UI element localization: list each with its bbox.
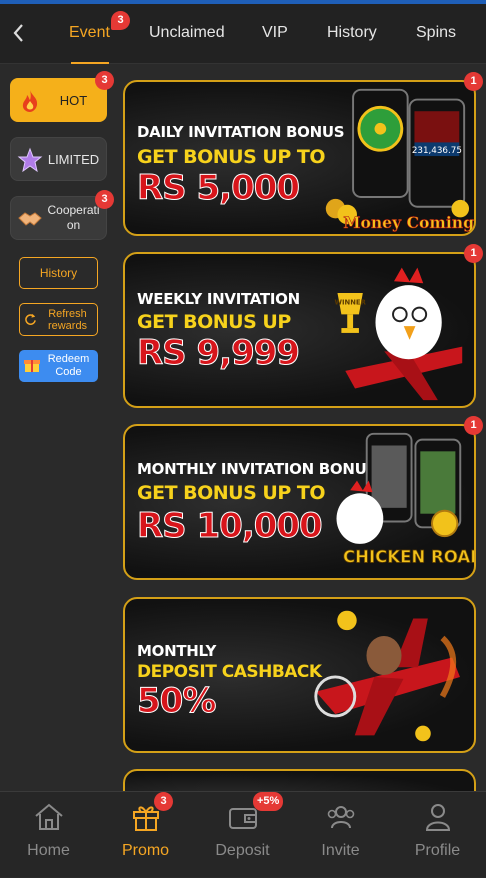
refresh-icon xyxy=(25,313,36,325)
sidebar-item-label: HOT xyxy=(59,92,88,108)
redeem-code-label: Redeem Code xyxy=(47,353,90,378)
history-button[interactable]: History xyxy=(19,257,98,289)
banner-badge: 1 xyxy=(464,244,483,263)
nav-profile[interactable]: Profile xyxy=(389,792,486,878)
banner-subtitle: GET BONUS UP TO xyxy=(137,482,326,504)
tab-unclaimed[interactable]: Unclaimed xyxy=(149,24,225,42)
nav-profile-label: Profile xyxy=(414,842,461,859)
handshake-icon xyxy=(18,212,42,226)
nav-deposit-label: Deposit xyxy=(215,842,270,859)
fire-icon xyxy=(22,90,38,112)
chicken-plane-illustration: WINNER xyxy=(334,267,463,401)
banner-badge: 1 xyxy=(464,72,483,91)
nav-home-label: Home xyxy=(27,842,70,859)
banner-subtitle: GET BONUS UP xyxy=(137,311,291,333)
promo-banner-weekly-invitation[interactable]: WEEKLY INVITATION GET BONUS UP RS 9,999 … xyxy=(123,252,476,408)
banner-amount: 50% xyxy=(136,681,216,722)
slot-phones-illustration: 231,436.75 Money Coming xyxy=(325,88,474,232)
tab-history[interactable]: History xyxy=(327,24,377,42)
star-icon xyxy=(17,147,43,173)
promo-banner-monthly-invitation[interactable]: MONTHLY INVITATION BONUS GET BONUS UP TO… xyxy=(123,424,476,580)
banner-amount: RS 10,000 xyxy=(137,506,324,547)
profile-icon xyxy=(425,804,451,831)
banner-amount: RS 9,999 xyxy=(136,333,300,374)
banner-title: MONTHLY xyxy=(137,642,217,660)
sidebar-item-label: LIMITED xyxy=(47,151,100,167)
nav-invite[interactable]: Invite xyxy=(292,792,389,878)
nav-promo-label: Promo xyxy=(121,842,170,859)
refresh-rewards-button[interactable]: Refresh rewards xyxy=(19,303,98,336)
active-tab-indicator xyxy=(71,62,109,64)
back-arrow-icon[interactable] xyxy=(8,20,30,46)
nav-home[interactable]: Home xyxy=(0,792,97,878)
nav-deposit-badge: +5% xyxy=(253,792,284,811)
sidebar-item-cooperation[interactable]: Cooperati on xyxy=(10,196,107,240)
nav-invite-label: Invite xyxy=(321,842,360,859)
sidebar-item-label: Cooperati on xyxy=(47,203,100,232)
home-icon xyxy=(35,803,63,830)
top-tab-bar: Event 3 Unclaimed VIP History Spins xyxy=(0,4,486,64)
invite-icon xyxy=(327,806,355,829)
sidebar-item-limited[interactable]: LIMITED xyxy=(10,137,107,181)
nav-promo-badge: 3 xyxy=(154,792,173,811)
banner-amount: RS 5,000 xyxy=(136,168,300,209)
redeem-code-button[interactable]: Redeem Code xyxy=(19,350,98,382)
jackpot-amount: 231,436.75 xyxy=(412,146,462,156)
bottom-navigation: Home Promo 3 Deposit +5% Invite Profile xyxy=(0,791,486,877)
tab-vip[interactable]: VIP xyxy=(262,24,288,42)
chicken-road-illustration: CHICKEN ROAD xyxy=(336,432,474,567)
banner-subtitle: GET BONUS UP TO xyxy=(137,146,326,168)
gift-redeem-icon xyxy=(24,360,40,372)
tab-event-badge: 3 xyxy=(111,11,130,30)
game-logo-text: Money Coming xyxy=(343,213,474,232)
refresh-rewards-label: Refresh rewards xyxy=(47,308,88,332)
sidebar-item-hot[interactable]: HOT xyxy=(10,78,107,122)
sidebar-hot-badge: 3 xyxy=(95,71,114,90)
tab-spins[interactable]: Spins xyxy=(416,24,456,42)
game-logo-text: CHICKEN ROAD xyxy=(343,547,474,566)
tab-event[interactable]: Event xyxy=(69,24,110,42)
promo-banner-daily-invitation[interactable]: DAILY INVITATION BONUS GET BONUS UP TO R… xyxy=(123,80,476,236)
trophy-text: WINNER xyxy=(334,299,366,307)
red-plane-illustration xyxy=(314,610,460,742)
sidebar-cooperation-badge: 3 xyxy=(95,190,114,209)
promo-banner-monthly-cashback[interactable]: MONTHLY DEPOSIT CASHBACK 50% xyxy=(123,597,476,753)
banner-title: WEEKLY INVITATION xyxy=(137,290,300,308)
banner-badge: 1 xyxy=(464,416,483,435)
nav-promo[interactable]: Promo xyxy=(97,792,194,878)
